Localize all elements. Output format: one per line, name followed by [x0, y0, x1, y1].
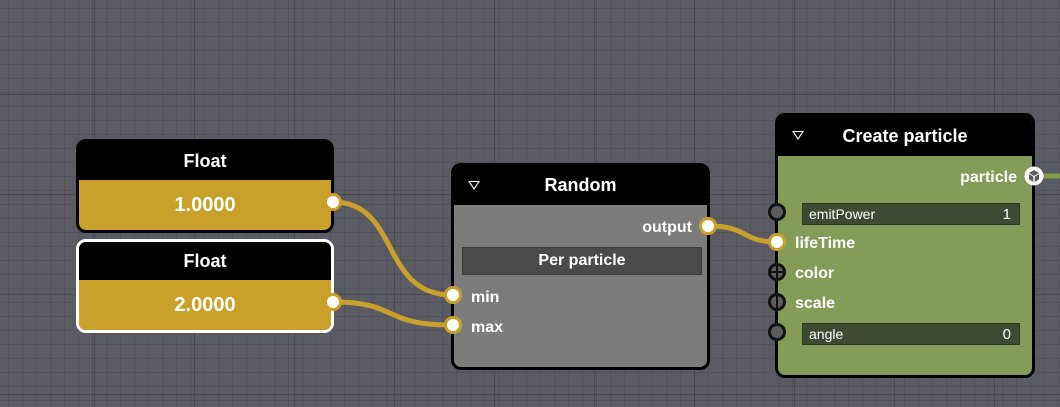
create-particle-node[interactable]: Create particle particle emitPower 1 lif… — [775, 113, 1035, 378]
random-node[interactable]: Random output Per particle min max — [451, 163, 710, 370]
collapse-triangle-icon[interactable] — [792, 131, 804, 140]
float-node-2-value[interactable]: 2.0000 — [79, 280, 331, 330]
emitpower-field[interactable]: emitPower 1 — [802, 203, 1020, 225]
float-node-2-header[interactable]: Float — [79, 242, 331, 280]
random-node-title: Random — [544, 175, 617, 195]
random-output-label: output — [642, 219, 692, 236]
angle-value[interactable]: 0 — [1003, 326, 1011, 343]
emitpower-label: emitPower — [809, 206, 876, 222]
emitpower-value[interactable]: 1 — [1003, 206, 1011, 223]
scale-port[interactable] — [768, 293, 786, 311]
float-node-1[interactable]: Float 1.0000 — [76, 139, 334, 233]
collapse-triangle-icon[interactable] — [468, 181, 480, 190]
scale-label: scale — [795, 295, 836, 312]
lifetime-port[interactable] — [768, 233, 786, 251]
color-port[interactable] — [768, 263, 786, 281]
random-node-header[interactable]: Random — [454, 166, 707, 205]
particle-output-label: particle — [960, 169, 1017, 186]
float-node-2-output-port[interactable] — [324, 293, 342, 311]
random-input-max-label: max — [471, 319, 504, 336]
cube-icon[interactable] — [1024, 166, 1044, 186]
create-particle-header[interactable]: Create particle — [778, 116, 1032, 156]
float-node-1-header[interactable]: Float — [79, 142, 331, 180]
color-label: color — [795, 265, 835, 282]
random-min-port[interactable] — [444, 286, 462, 304]
float-node-1-output-port[interactable] — [324, 193, 342, 211]
random-max-port[interactable] — [444, 316, 462, 334]
angle-field[interactable]: angle 0 — [802, 323, 1020, 345]
emitpower-port[interactable] — [768, 203, 786, 221]
float-node-1-title: Float — [183, 150, 227, 171]
float-node-2[interactable]: Float 2.0000 — [76, 239, 334, 333]
angle-label: angle — [809, 326, 844, 342]
lifetime-label: lifeTime — [795, 235, 856, 252]
random-input-min-label: min — [471, 289, 500, 306]
angle-port[interactable] — [768, 323, 786, 341]
float-node-2-title: Float — [183, 250, 227, 271]
per-particle-mode-button[interactable]: Per particle — [462, 247, 702, 275]
create-particle-title: Create particle — [842, 125, 968, 146]
random-output-port[interactable] — [699, 217, 717, 235]
float-node-1-value[interactable]: 1.0000 — [79, 180, 331, 230]
wire-float2-to-max — [332, 299, 453, 328]
wire-float1-to-min — [332, 199, 453, 298]
